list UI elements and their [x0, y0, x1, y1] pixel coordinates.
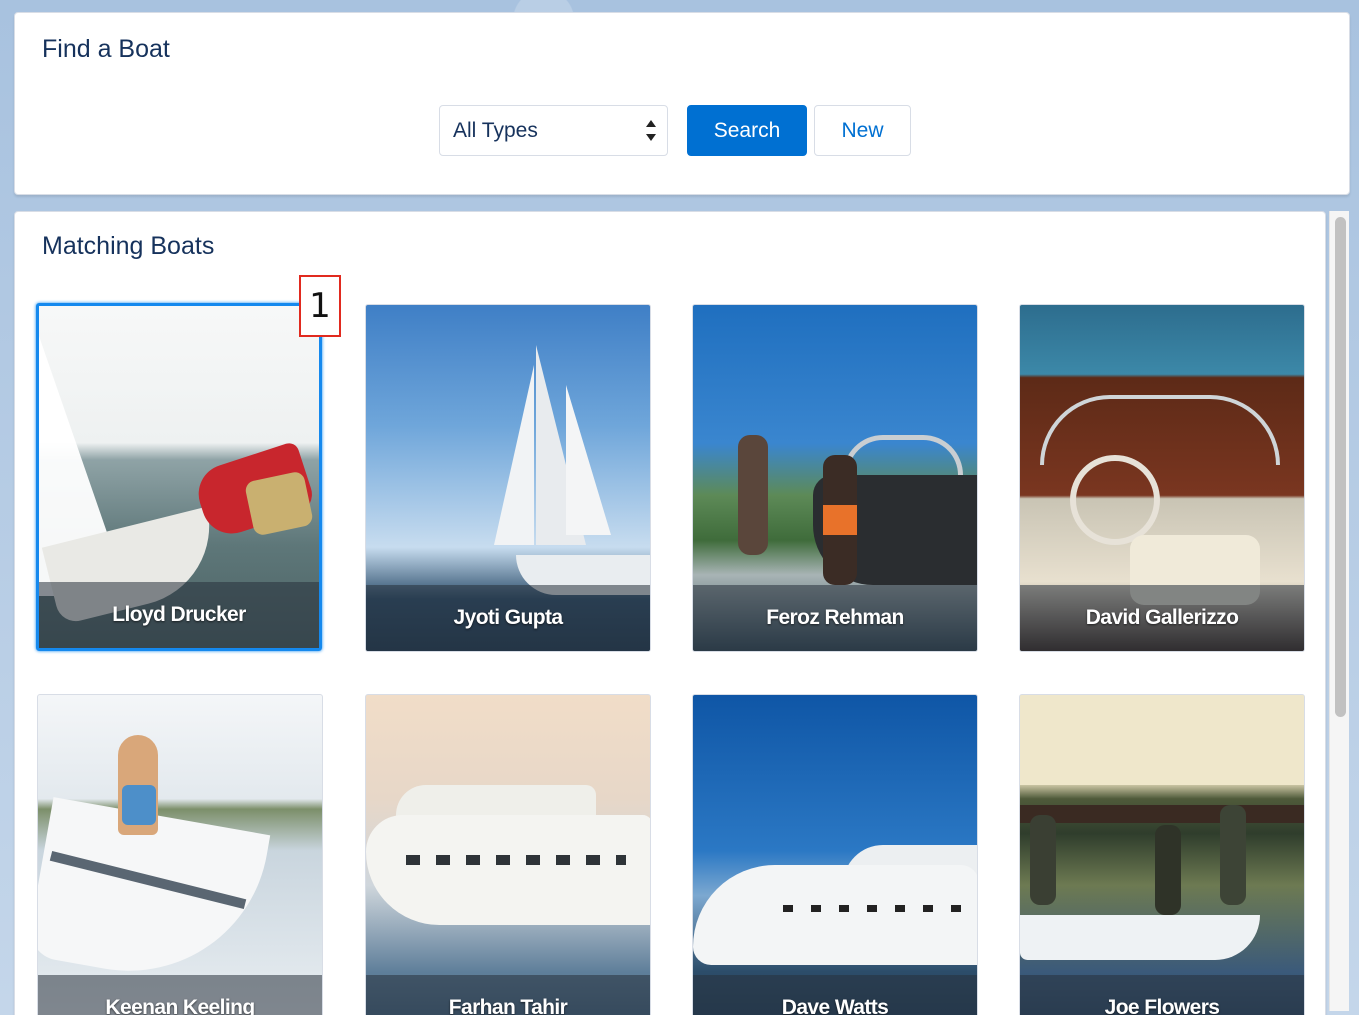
boat-tile-jyoti-gupta[interactable]: Jyoti Gupta	[365, 304, 651, 652]
boat-tile-keenan-keeling[interactable]: Keenan Keeling	[37, 694, 323, 1015]
boat-tile-label: Keenan Keeling	[38, 975, 322, 1015]
scrollbar-thumb[interactable]	[1335, 217, 1346, 717]
boat-tile-label: Farhan Tahir	[366, 975, 650, 1015]
results-scrollbar[interactable]	[1329, 211, 1349, 1011]
boat-tile-label: Feroz Rehman	[693, 585, 977, 651]
boat-type-select[interactable]: All Types	[439, 105, 668, 156]
boat-tile-david-gallerizzo[interactable]: David Gallerizzo	[1019, 304, 1305, 652]
matching-boats-card: Matching Boats Lloyd Drucker Jyoti Gupta…	[14, 211, 1326, 1015]
matching-boats-title: Matching Boats	[42, 232, 215, 260]
boat-tile-label: Lloyd Drucker	[39, 582, 319, 648]
new-button[interactable]: New	[814, 105, 911, 156]
boat-tile-farhan-tahir[interactable]: Farhan Tahir	[365, 694, 651, 1015]
boat-type-select-value: All Types	[453, 118, 538, 142]
select-arrows-icon	[645, 116, 657, 146]
find-boat-card: Find a Boat All Types Search New	[14, 12, 1350, 195]
boat-tile-label: Joe Flowers	[1020, 975, 1304, 1015]
boat-tile-label: Dave Watts	[693, 975, 977, 1015]
boat-tile-feroz-rehman[interactable]: Feroz Rehman	[692, 304, 978, 652]
boat-tile-dave-watts[interactable]: Dave Watts	[692, 694, 978, 1015]
boat-tile-joe-flowers[interactable]: Joe Flowers	[1019, 694, 1305, 1015]
boat-tile-label: Jyoti Gupta	[366, 585, 650, 651]
boat-tile-label: David Gallerizzo	[1020, 585, 1304, 651]
search-button[interactable]: Search	[687, 105, 807, 156]
find-boat-title: Find a Boat	[42, 35, 170, 63]
boat-tile-lloyd-drucker[interactable]: Lloyd Drucker	[36, 303, 322, 651]
annotation-marker: 1	[299, 275, 341, 337]
